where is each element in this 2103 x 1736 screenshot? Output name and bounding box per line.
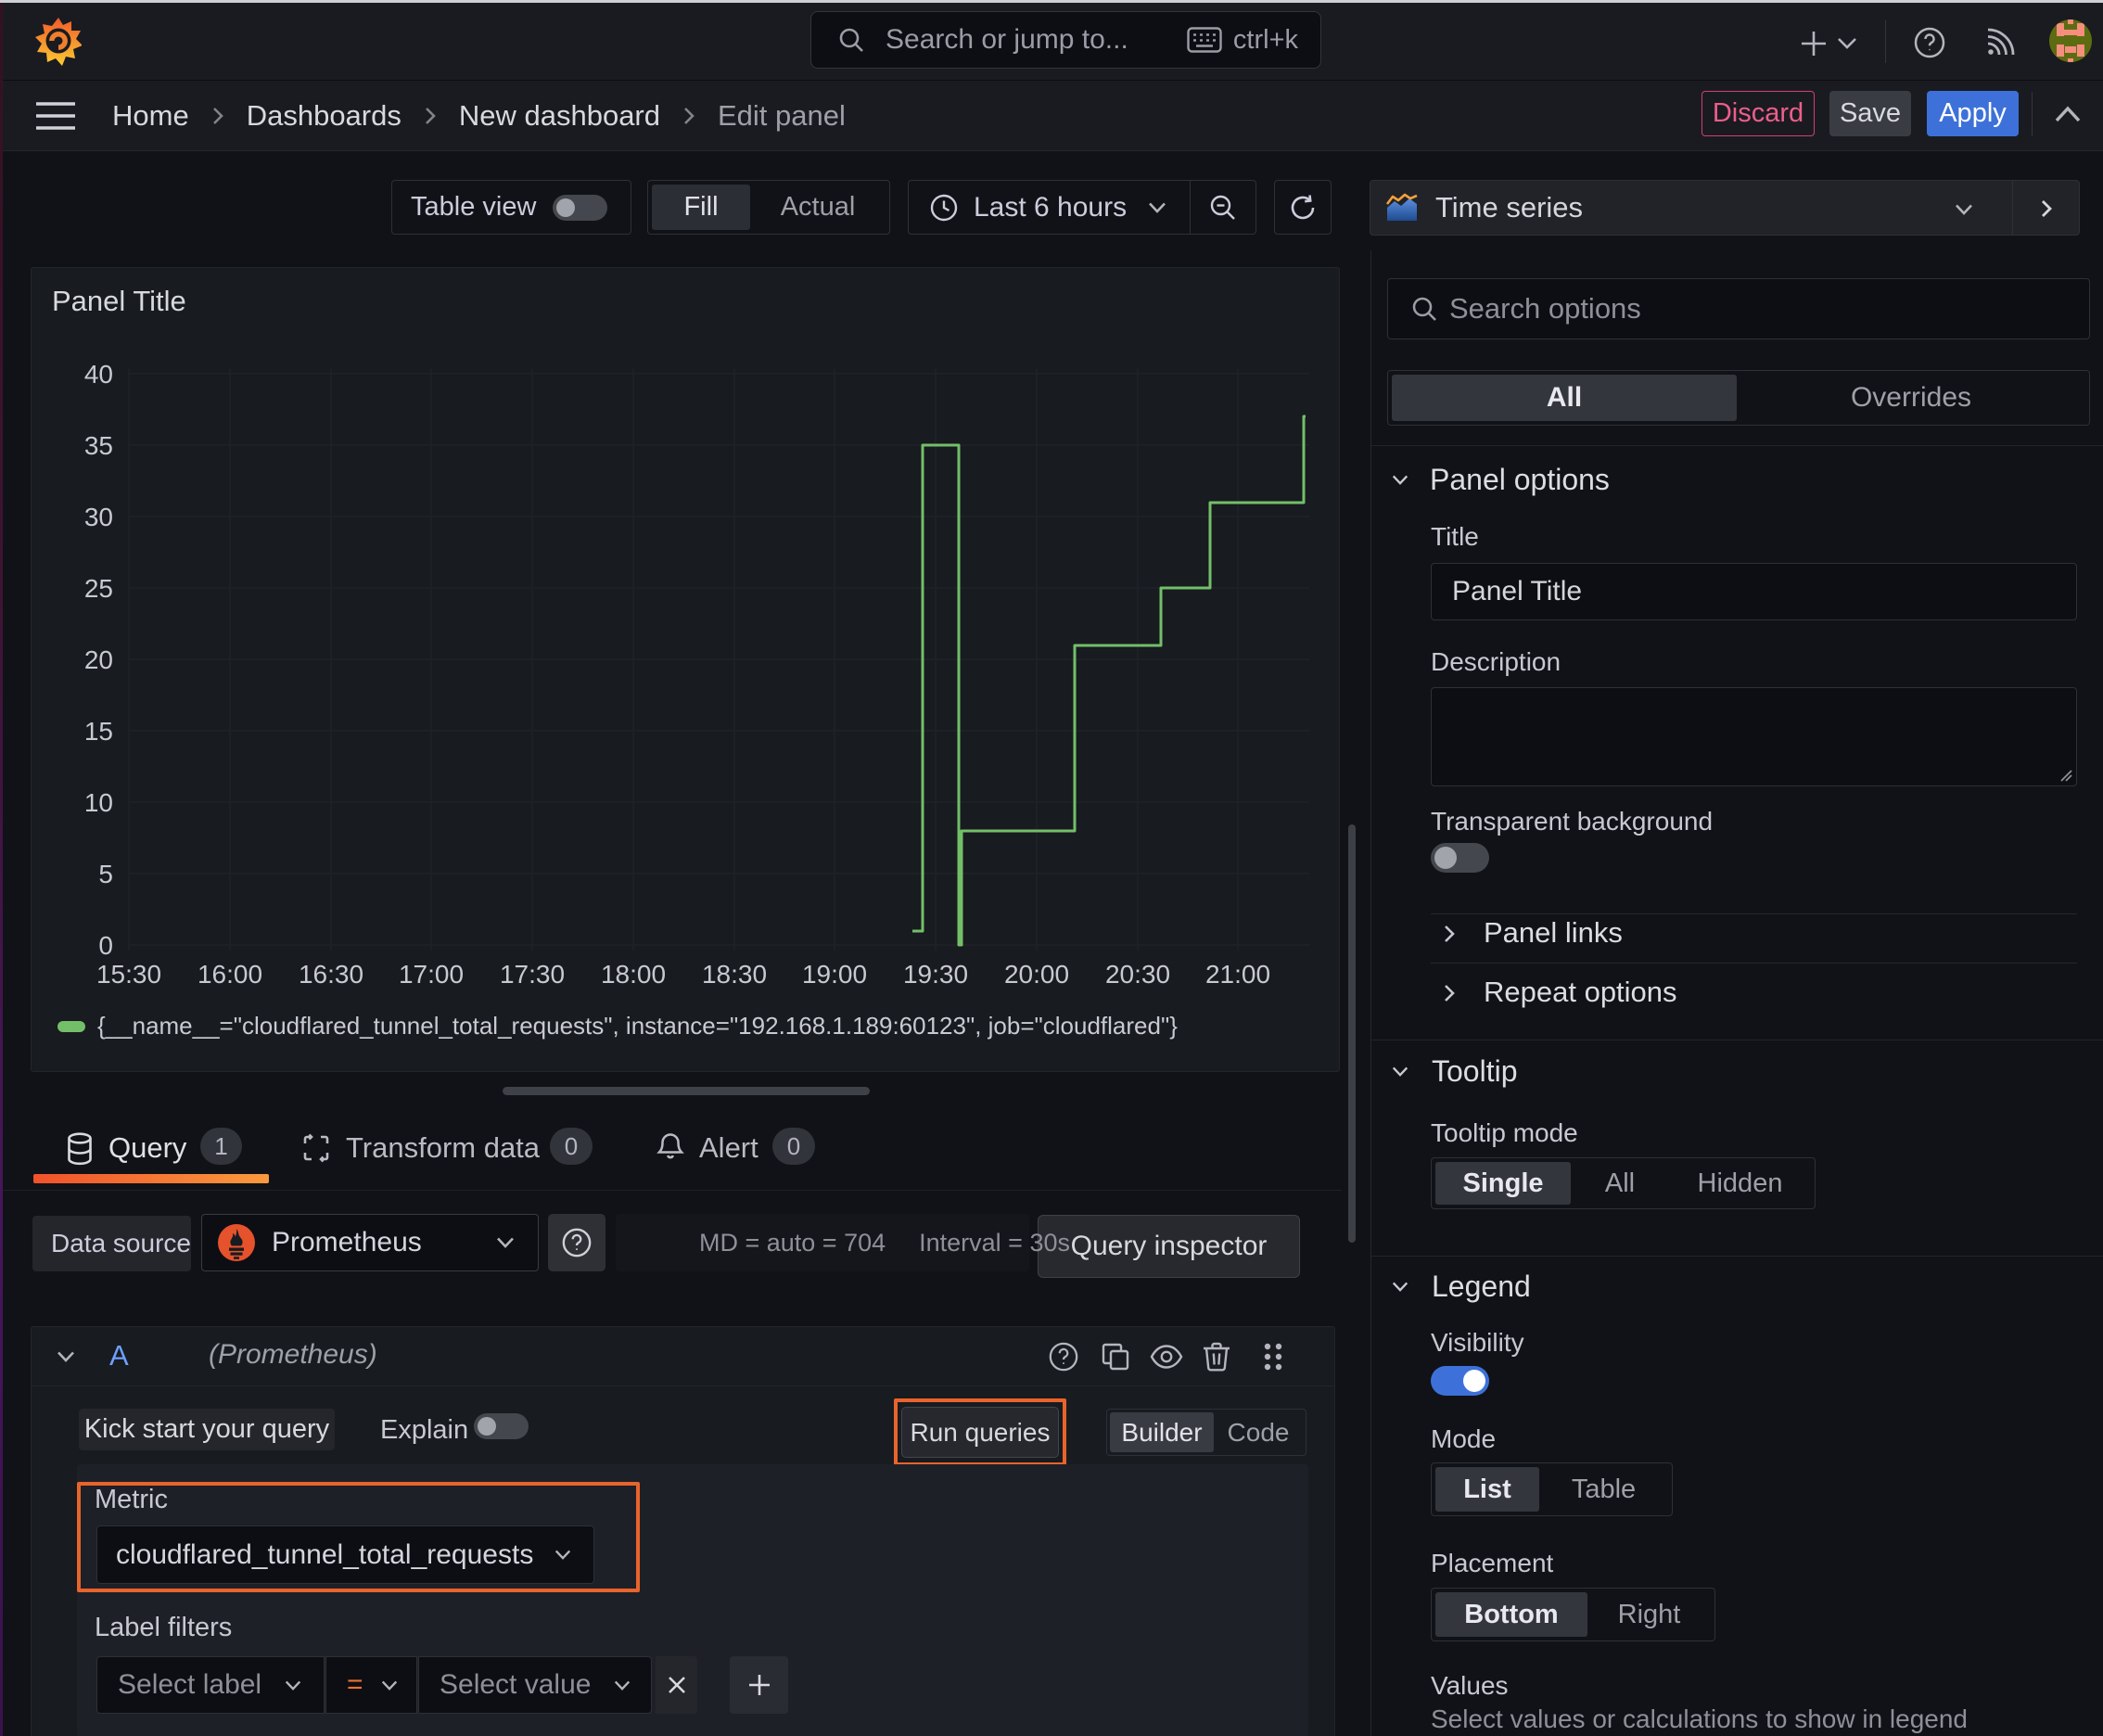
- svg-text:20:30: 20:30: [1105, 960, 1170, 989]
- svg-text:19:30: 19:30: [903, 960, 968, 989]
- svg-text:30: 30: [84, 503, 113, 531]
- svg-text:18:30: 18:30: [702, 960, 767, 989]
- svg-text:16:30: 16:30: [299, 960, 363, 989]
- svg-text:25: 25: [84, 574, 113, 603]
- svg-text:16:00: 16:00: [198, 960, 262, 989]
- svg-text:17:30: 17:30: [500, 960, 565, 989]
- svg-text:19:00: 19:00: [802, 960, 867, 989]
- svg-text:0: 0: [98, 931, 113, 960]
- svg-text:20:00: 20:00: [1004, 960, 1069, 989]
- svg-text:15: 15: [84, 717, 113, 746]
- svg-text:20: 20: [84, 645, 113, 674]
- svg-text:40: 40: [84, 360, 113, 389]
- svg-text:18:00: 18:00: [601, 960, 666, 989]
- svg-text:35: 35: [84, 431, 113, 460]
- svg-text:5: 5: [98, 860, 113, 888]
- svg-text:21:00: 21:00: [1205, 960, 1270, 989]
- svg-text:10: 10: [84, 788, 113, 817]
- svg-text:{__name__="cloudflared_tunnel_: {__name__="cloudflared_tunnel_total_requ…: [97, 1012, 1178, 1040]
- svg-text:17:00: 17:00: [399, 960, 464, 989]
- svg-text:15:30: 15:30: [96, 960, 161, 989]
